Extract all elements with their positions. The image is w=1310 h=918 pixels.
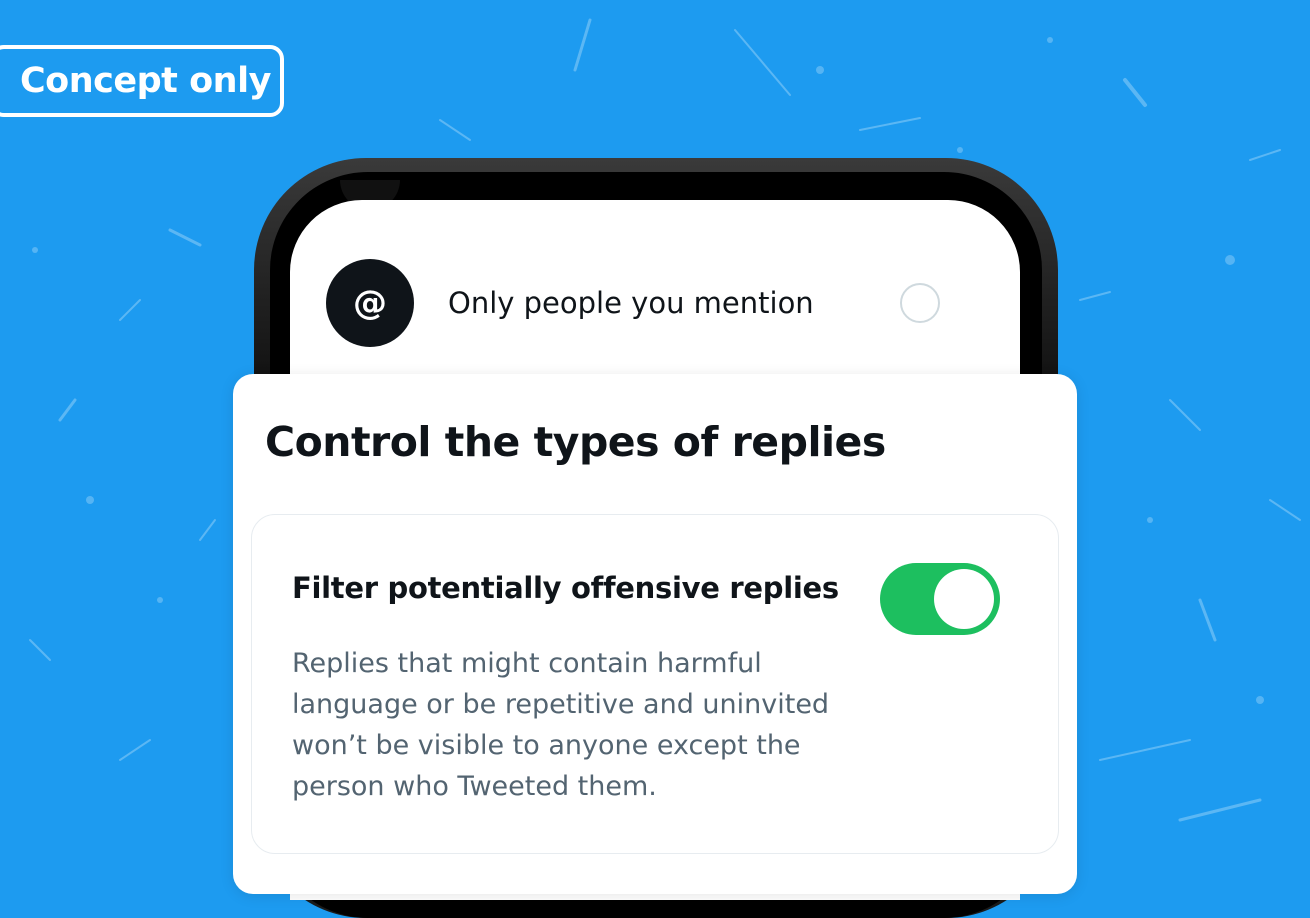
concept-only-badge: Concept only	[0, 45, 284, 117]
filter-setting-title: Filter potentially offensive replies	[292, 571, 839, 605]
filter-setting-box: Filter potentially offensive replies Rep…	[251, 514, 1059, 854]
concept-only-label: Concept only	[20, 61, 271, 101]
at-icon: @	[326, 259, 414, 347]
reply-controls-card: Control the types of replies Filter pote…	[233, 374, 1077, 894]
filter-setting-description: Replies that might contain harmful langu…	[292, 648, 830, 802]
card-title: Control the types of replies	[265, 418, 886, 466]
filter-toggle-switch[interactable]	[880, 563, 1000, 635]
radio-unselected-icon[interactable]	[900, 283, 940, 323]
reply-option-label: Only people you mention	[448, 286, 814, 320]
reply-option-mentioned-only[interactable]: @ Only people you mention	[326, 258, 976, 348]
toggle-knob	[934, 569, 994, 629]
